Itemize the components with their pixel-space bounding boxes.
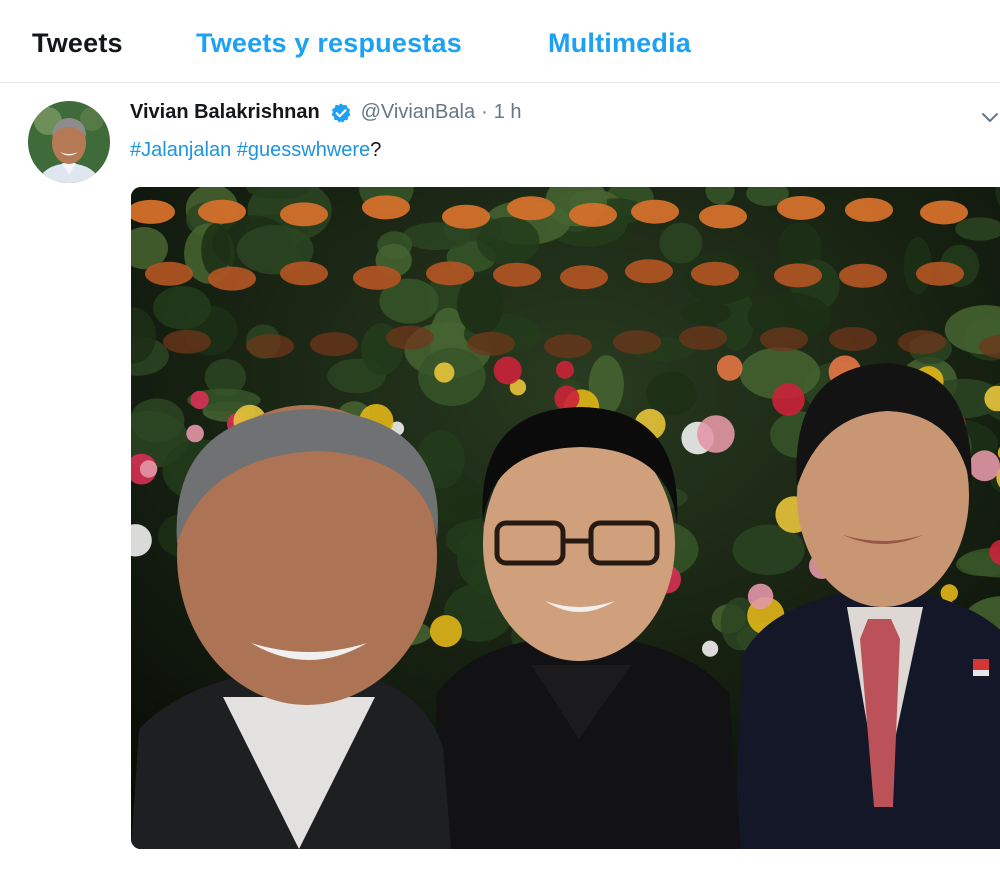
tab-tweets[interactable]: Tweets <box>32 28 123 59</box>
separator-dot: · <box>481 101 488 123</box>
display-name[interactable]: Vivian Balakrishnan <box>130 101 320 123</box>
chevron-down-icon[interactable] <box>980 107 1000 127</box>
profile-tabs: Tweets Tweets y respuestas Multimedia <box>0 0 1000 83</box>
photo-selfie-three-men-flower-wall <box>131 187 1000 849</box>
tweet-header: Vivian Balakrishnan @VivianBala · 1 h <box>130 101 522 124</box>
hashtag-link[interactable]: #guesswhwere <box>237 139 370 161</box>
hashtag-link[interactable]: #Jalanjalan <box>130 139 231 161</box>
profile-timeline: Tweets Tweets y respuestas Multimedia Vi… <box>0 0 1000 869</box>
verified-badge-icon <box>331 102 351 123</box>
tweet-timestamp[interactable]: 1 h <box>494 101 522 123</box>
tweet-text: #Jalanjalan #guesswhwere? <box>130 139 381 162</box>
tab-media[interactable]: Multimedia <box>548 28 691 59</box>
avatar[interactable] <box>28 101 110 183</box>
tweet-photo[interactable] <box>131 187 1000 849</box>
tweet[interactable]: Vivian Balakrishnan @VivianBala · 1 h #Jal… <box>0 83 1000 869</box>
tab-tweets-and-replies[interactable]: Tweets y respuestas <box>196 28 462 59</box>
text-suffix: ? <box>370 139 382 161</box>
user-handle[interactable]: @VivianBala <box>361 101 475 123</box>
avatar-photo <box>28 101 110 183</box>
